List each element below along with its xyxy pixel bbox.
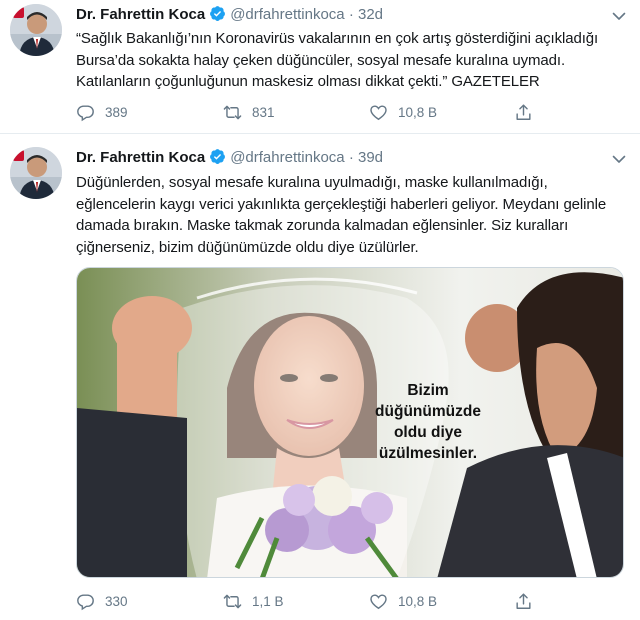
like-count: 10,8 B — [398, 104, 438, 120]
verified-badge-icon — [210, 6, 226, 21]
retweet-button[interactable]: 831 — [223, 101, 275, 123]
retweet-icon — [223, 105, 242, 119]
reply-button[interactable]: 389 — [76, 101, 128, 123]
tweet-timestamp[interactable]: 32d — [358, 6, 383, 23]
tweet-timestamp[interactable]: 39d — [358, 149, 383, 166]
wedding-photo — [77, 268, 623, 577]
tweet-header: Dr. Fahrettin Koca @drfahrettinkoca · 32d — [76, 5, 383, 25]
like-button[interactable]: 10,8 B — [369, 590, 437, 612]
tweet-header: Dr. Fahrettin Koca @drfahrettinkoca · 39d — [76, 148, 383, 168]
reply-icon — [77, 104, 94, 121]
share-icon — [516, 593, 531, 609]
heart-icon — [370, 593, 387, 609]
retweet-icon — [223, 594, 242, 608]
media-caption: Bizim düğünümüzde oldu diye üzülmesinler… — [375, 382, 481, 462]
tweet-media-image[interactable]: Bizim düğünümüzde oldu diye üzülmesinler… — [76, 267, 624, 578]
tweet[interactable]: Dr. Fahrettin Koca @drfahrettinkoca · 39d… — [0, 135, 640, 620]
separator-dot: · — [348, 6, 354, 23]
retweet-count: 1,1 B — [252, 593, 284, 609]
tweet[interactable]: Dr. Fahrettin Koca @drfahrettinkoca · 32d… — [0, 0, 640, 134]
share-button[interactable] — [514, 590, 543, 612]
avatar[interactable] — [10, 4, 62, 56]
separator-dot: · — [348, 149, 354, 166]
tweet-text: Düğünlerden, sosyal mesafe kuralına uyul… — [76, 174, 607, 256]
share-icon — [516, 104, 531, 120]
retweet-count: 831 — [252, 104, 275, 120]
reply-icon — [77, 593, 94, 610]
tweet-actions: 389 831 10,8 B — [76, 101, 606, 123]
reply-count: 389 — [105, 104, 128, 120]
avatar[interactable] — [10, 147, 62, 199]
author-name[interactable]: Dr. Fahrettin Koca — [76, 149, 205, 166]
reply-count: 330 — [105, 593, 128, 609]
like-button[interactable]: 10,8 B — [369, 101, 437, 123]
reply-button[interactable]: 330 — [76, 590, 128, 612]
author-name[interactable]: Dr. Fahrettin Koca — [76, 6, 205, 23]
retweet-button[interactable]: 1,1 B — [223, 590, 284, 612]
heart-icon — [370, 104, 387, 120]
like-count: 10,8 B — [398, 593, 438, 609]
chevron-down-icon[interactable] — [612, 154, 626, 164]
verified-badge-icon — [210, 149, 226, 164]
tweet-actions: 330 1,1 B 10,8 B — [76, 590, 606, 612]
tweet-text: “Sağlık Bakanlığı’nın Koronavirüs vakala… — [76, 30, 599, 90]
share-button[interactable] — [514, 101, 543, 123]
author-handle[interactable]: @drfahrettinkoca — [230, 6, 344, 23]
chevron-down-icon[interactable] — [612, 11, 626, 21]
author-handle[interactable]: @drfahrettinkoca — [230, 149, 344, 166]
